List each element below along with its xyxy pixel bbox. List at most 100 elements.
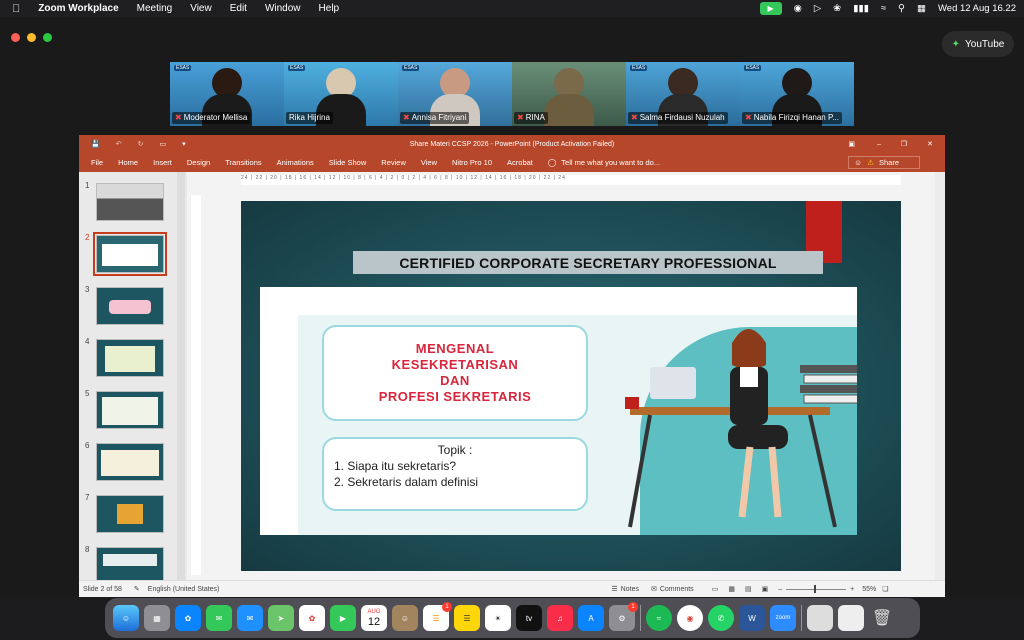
- launchpad-icon[interactable]: ▦: [144, 605, 170, 631]
- youtube-label: YouTube: [965, 38, 1005, 50]
- menubar-datetime[interactable]: Wed 12 Aug 16.22: [938, 3, 1016, 14]
- slide-sorter-icon[interactable]: ▦: [728, 585, 735, 593]
- fit-slide-icon[interactable]: ❏: [882, 585, 888, 593]
- apple-tv-icon[interactable]: tv: [516, 605, 542, 631]
- app-store-icon[interactable]: A: [578, 605, 604, 631]
- tell-me-input[interactable]: Tell me what you want to do...: [561, 158, 660, 167]
- control-center-icon[interactable]: ▦: [917, 3, 926, 14]
- person-icon: ☺: [854, 158, 864, 167]
- recent-window-icon[interactable]: [838, 605, 864, 631]
- editor-scrollbar[interactable]: [935, 172, 945, 580]
- zoom-video-icon[interactable]: ▶: [759, 2, 782, 15]
- tab-home[interactable]: Home: [118, 158, 138, 167]
- menu-view[interactable]: View: [190, 3, 212, 14]
- slide-thumbnail[interactable]: 1: [79, 179, 179, 227]
- thumbnail-scrollbar[interactable]: [177, 172, 185, 580]
- macos-dock: ☺ ▦ ✿ ✉ ✉ ➤ ✿ ▶ AUG 12 ☺ ☰ 1 ☰ ✴ tv ♫ A ⚙…: [105, 598, 920, 638]
- topic-item: 1. Siapa itu sekretaris?: [334, 459, 457, 473]
- tab-insert[interactable]: Insert: [153, 158, 172, 167]
- normal-view-icon[interactable]: ▭: [712, 585, 719, 593]
- menu-window[interactable]: Window: [265, 3, 301, 14]
- muted-mic-icon: ✖: [517, 113, 524, 122]
- close-icon[interactable]: ✕: [927, 140, 933, 148]
- spotify-icon[interactable]: ≈: [646, 605, 672, 631]
- recent-document-icon[interactable]: [807, 605, 833, 631]
- paw-icon[interactable]: ❀: [833, 3, 841, 14]
- tab-animations[interactable]: Animations: [277, 158, 314, 167]
- freeform-icon[interactable]: ✴: [485, 605, 511, 631]
- share-button[interactable]: ☺ Share: [848, 156, 920, 169]
- slide-number: 5: [85, 389, 90, 398]
- menu-app-name[interactable]: Zoom Workplace: [38, 3, 118, 14]
- spellcheck-icon[interactable]: ✎: [134, 585, 140, 593]
- slideshow-view-icon[interactable]: ▣: [762, 585, 769, 593]
- word-icon[interactable]: W: [739, 605, 765, 631]
- calendar-icon[interactable]: AUG 12: [361, 605, 387, 631]
- restore-icon[interactable]: ❐: [901, 140, 907, 148]
- tab-view[interactable]: View: [421, 158, 437, 167]
- notes-app-icon[interactable]: ☰: [454, 605, 480, 631]
- system-settings-icon[interactable]: ⚙ 1: [609, 602, 638, 631]
- tab-nitro[interactable]: Nitro Pro 10: [452, 158, 492, 167]
- contacts-icon[interactable]: ☺: [392, 605, 418, 631]
- zoom-in-icon[interactable]: +: [850, 586, 854, 593]
- finder-icon[interactable]: ☺: [113, 605, 139, 631]
- messages-icon[interactable]: ✉: [206, 605, 232, 631]
- tab-review[interactable]: Review: [381, 158, 406, 167]
- tab-design[interactable]: Design: [187, 158, 210, 167]
- safari-icon[interactable]: ✿: [175, 605, 201, 631]
- participant-tile[interactable]: ESAS ✖ Moderator Mellisa: [170, 62, 284, 126]
- ribbon-display-icon[interactable]: ▣: [848, 140, 855, 148]
- play-icon[interactable]: ▷: [814, 3, 821, 14]
- whatsapp-icon[interactable]: ✆: [708, 605, 734, 631]
- comments-button[interactable]: Comments: [660, 586, 694, 593]
- language-indicator[interactable]: English (United States): [148, 586, 220, 593]
- participant-tile[interactable]: ESAS ✖ Annisa Fitriyani: [398, 62, 512, 126]
- maps-icon[interactable]: ➤: [268, 605, 294, 631]
- participant-tile[interactable]: ESAS ✖ Nabila Firizqi Hanan P...: [740, 62, 854, 126]
- participant-tile[interactable]: ESAS ✖ Salma Firdausi Nuzulah: [626, 62, 740, 126]
- zoom-status-icon[interactable]: ◉: [794, 3, 802, 14]
- photos-icon[interactable]: ✿: [299, 605, 325, 631]
- tab-transitions[interactable]: Transitions: [225, 158, 261, 167]
- chrome-icon[interactable]: ◉: [677, 605, 703, 631]
- youtube-live-button[interactable]: ✦ YouTube: [942, 31, 1014, 57]
- tab-slide-show[interactable]: Slide Show: [329, 158, 367, 167]
- zoom-app-icon[interactable]: zoom: [770, 605, 796, 631]
- close-window-icon[interactable]: [11, 33, 20, 42]
- apple-menu-icon[interactable]: : [12, 3, 20, 15]
- slide-canvas[interactable]: CERTIFIED CORPORATE SECRETARY PROFESSION…: [241, 201, 901, 571]
- menu-help[interactable]: Help: [319, 3, 340, 14]
- zoom-level[interactable]: 55%: [862, 586, 876, 593]
- notes-button[interactable]: Notes: [621, 586, 639, 593]
- reminders-icon[interactable]: ☰ 1: [423, 602, 452, 631]
- minimize-window-icon[interactable]: [27, 33, 36, 42]
- slide-thumbnail[interactable]: 5: [79, 387, 179, 435]
- reading-view-icon[interactable]: ▤: [745, 585, 752, 593]
- slide-thumbnail[interactable]: 7: [79, 491, 179, 539]
- participant-tile[interactable]: ✖ RINA: [512, 62, 626, 126]
- zoom-out-icon[interactable]: –: [778, 586, 782, 593]
- macos-menubar:  Zoom Workplace Meeting View Edit Windo…: [0, 0, 1024, 17]
- zoom-slider-thumb[interactable]: [814, 584, 817, 593]
- participant-tile-active-speaker[interactable]: ESAS Rika Hijrina: [284, 62, 398, 126]
- slide-thumbnail[interactable]: 6: [79, 439, 179, 487]
- minimize-icon[interactable]: –: [877, 141, 881, 148]
- slide-thumbnail[interactable]: 3: [79, 283, 179, 331]
- tab-acrobat[interactable]: Acrobat: [507, 158, 533, 167]
- trash-icon[interactable]: 🗑: [869, 605, 895, 631]
- facetime-icon[interactable]: ▶: [330, 605, 356, 631]
- search-icon[interactable]: ⚲: [898, 3, 905, 14]
- maximize-window-icon[interactable]: [43, 33, 52, 42]
- zoom-slider[interactable]: [786, 584, 847, 593]
- menu-edit[interactable]: Edit: [230, 3, 247, 14]
- participant-name: RINA: [525, 113, 545, 122]
- slide-thumbnail[interactable]: 4: [79, 335, 179, 383]
- tab-file[interactable]: File: [91, 158, 103, 167]
- menu-meeting[interactable]: Meeting: [137, 3, 173, 14]
- wifi-icon[interactable]: ≈: [881, 3, 886, 14]
- mail-icon[interactable]: ✉: [237, 605, 263, 631]
- slide-thumbnail-selected[interactable]: 2: [79, 231, 179, 279]
- music-icon[interactable]: ♫: [547, 605, 573, 631]
- battery-icon[interactable]: ▮▮▮: [853, 3, 869, 14]
